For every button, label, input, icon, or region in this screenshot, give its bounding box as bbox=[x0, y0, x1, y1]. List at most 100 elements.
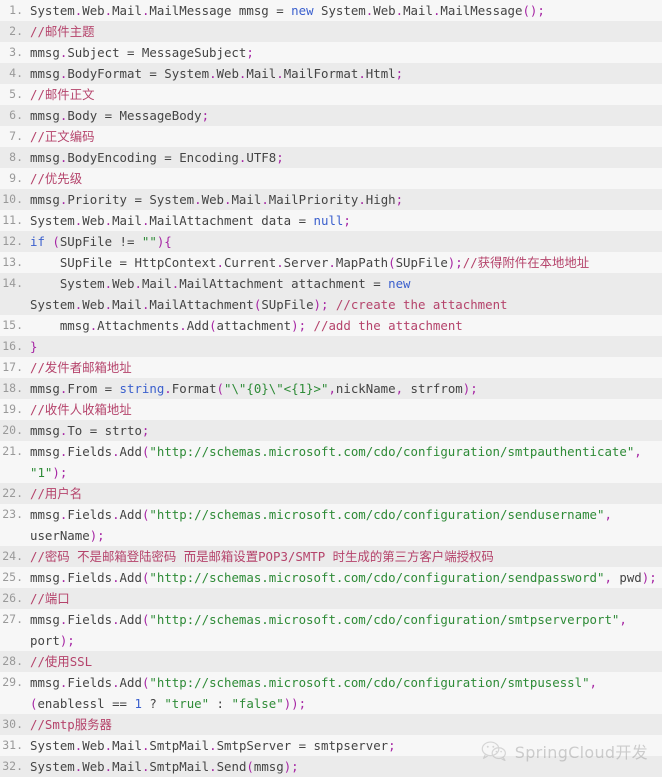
code-token: Server bbox=[283, 255, 329, 270]
line-content: mmsg.Fields.Add("http://schemas.microsof… bbox=[30, 441, 662, 483]
code-token: //端口 bbox=[30, 591, 70, 606]
code-token: mmsg bbox=[30, 507, 60, 522]
line-number: 24. bbox=[2, 549, 23, 563]
code-token: "" bbox=[141, 234, 157, 249]
code-token: From = bbox=[67, 381, 120, 396]
code-token: Priority = System bbox=[67, 192, 195, 207]
code-token: ( bbox=[388, 255, 396, 270]
code-token: ); bbox=[52, 465, 68, 480]
code-line: 11. System.Web.Mail.MailAttachment data =… bbox=[0, 210, 662, 231]
code-token: Fields bbox=[67, 444, 113, 459]
code-line: 27. mmsg.Fields.Add("http://schemas.micro… bbox=[0, 609, 662, 651]
code-token: //发件者邮箱地址 bbox=[30, 360, 132, 375]
code-token: mmsg bbox=[30, 675, 60, 690]
line-content: mmsg.Body = MessageBody; bbox=[30, 105, 662, 126]
line-content: System.Web.Mail.SmtpMail.Send(mmsg); bbox=[30, 756, 662, 777]
code-token: new bbox=[388, 276, 411, 291]
line-number: 23. bbox=[2, 507, 23, 521]
line-content: SUpFile = HttpContext.Current.Server.Map… bbox=[30, 252, 662, 273]
code-token: enablessl == bbox=[37, 696, 135, 711]
line-content: //邮件正文 bbox=[30, 84, 662, 105]
code-token: port bbox=[30, 633, 60, 648]
code-token: UTF8 bbox=[246, 150, 277, 165]
code-token: ; bbox=[388, 738, 396, 753]
code-token: Mail bbox=[246, 66, 277, 81]
line-number: 4. bbox=[9, 66, 23, 80]
code-token: //用户名 bbox=[30, 486, 83, 501]
code-token: System bbox=[30, 3, 75, 18]
code-token: Mail bbox=[112, 738, 142, 753]
code-token: , bbox=[604, 507, 620, 522]
code-token: ); bbox=[641, 570, 657, 585]
code-token: mmsg bbox=[30, 612, 60, 627]
code-line: 18. mmsg.From = string.Format("\"{0}\"<{1… bbox=[0, 378, 662, 399]
line-number: 8. bbox=[9, 150, 23, 164]
code-token: ; bbox=[343, 213, 351, 228]
code-token: . bbox=[328, 255, 336, 270]
code-token: //使用SSL bbox=[30, 654, 93, 669]
code-token: Fields bbox=[67, 570, 113, 585]
line-content: //优先级 bbox=[30, 168, 662, 189]
code-token: Subject = MessageSubject bbox=[67, 45, 247, 60]
line-content: //发件者邮箱地址 bbox=[30, 357, 662, 378]
code-token: "http://schemas.microsoft.com/cdo/config… bbox=[149, 675, 590, 690]
line-content: mmsg.BodyFormat = System.Web.Mail.MailFo… bbox=[30, 63, 662, 84]
code-token: . bbox=[112, 570, 120, 585]
code-line: 1. System.Web.Mail.MailMessage mmsg = new… bbox=[0, 0, 662, 21]
code-token: mmsg bbox=[30, 444, 60, 459]
code-token: Add bbox=[119, 507, 142, 522]
code-token: mmsg bbox=[30, 570, 60, 585]
code-token: MailFormat bbox=[283, 66, 359, 81]
code-token: ); bbox=[283, 759, 299, 774]
code-token: Web bbox=[82, 297, 105, 312]
code-token: . bbox=[112, 675, 120, 690]
code-line: 19. //收件人收箱地址 bbox=[0, 399, 662, 420]
code-token: , bbox=[634, 444, 650, 459]
code-token: , bbox=[604, 570, 620, 585]
line-number: 26. bbox=[2, 591, 23, 605]
code-token: Add bbox=[119, 444, 142, 459]
line-content: mmsg.From = string.Format("\"{0}\"<{1}>"… bbox=[30, 378, 662, 399]
line-number: 31. bbox=[2, 738, 23, 752]
code-token: ); bbox=[59, 633, 75, 648]
line-content: mmsg.Fields.Add("http://schemas.microsof… bbox=[30, 504, 662, 546]
code-token: Mail bbox=[112, 3, 142, 18]
code-line: 22. //用户名 bbox=[0, 483, 662, 504]
code-line: 15. mmsg.Attachments.Add(attachment); //… bbox=[0, 315, 662, 336]
code-token: mmsg bbox=[30, 108, 60, 123]
code-token: MapPath bbox=[335, 255, 389, 270]
code-token: //密码 不是邮箱登陆密码 而是邮箱设置POP3/SMTP 时生成的第三方客户端… bbox=[30, 549, 494, 564]
code-token: Fields bbox=[67, 675, 113, 690]
code-token: High bbox=[365, 192, 396, 207]
code-token: System bbox=[313, 3, 366, 18]
code-token: Body = MessageBody bbox=[67, 108, 202, 123]
line-number: 25. bbox=[2, 570, 23, 584]
line-content: mmsg.Fields.Add("http://schemas.microsof… bbox=[30, 609, 662, 651]
code-token: SmtpServer = smtpserver bbox=[216, 738, 389, 753]
code-token: strfrom bbox=[410, 381, 463, 396]
code-line-list: 1. System.Web.Mail.MailMessage mmsg = new… bbox=[0, 0, 666, 777]
code-line: 4. mmsg.BodyFormat = System.Web.Mail.Mail… bbox=[0, 63, 662, 84]
line-number: 3. bbox=[9, 45, 23, 59]
code-token: . bbox=[104, 759, 113, 774]
code-token: Send bbox=[216, 759, 247, 774]
line-content: if (SUpFile != ""){ bbox=[30, 231, 662, 252]
line-content: //用户名 bbox=[30, 483, 662, 504]
code-token: mmsg bbox=[30, 381, 60, 396]
code-token: //邮件主题 bbox=[30, 24, 95, 39]
code-token: Web bbox=[216, 66, 239, 81]
code-token: //获得附件在本地地址 bbox=[462, 255, 590, 270]
code-token: Html bbox=[365, 66, 396, 81]
line-content: //端口 bbox=[30, 588, 662, 609]
code-token: "false" bbox=[231, 696, 284, 711]
code-line: 24. //密码 不是邮箱登陆密码 而是邮箱设置POP3/SMTP 时生成的第三方… bbox=[0, 546, 662, 567]
code-token: , bbox=[395, 381, 411, 396]
code-token: . bbox=[395, 3, 404, 18]
code-token: null bbox=[313, 213, 344, 228]
line-content: //收件人收箱地址 bbox=[30, 399, 662, 420]
code-line: 14. System.Web.Mail.MailAttachment attac… bbox=[0, 273, 662, 315]
code-token: ); bbox=[447, 255, 463, 270]
code-token: . bbox=[112, 612, 120, 627]
code-token: Web bbox=[112, 276, 135, 291]
code-token: //create the attachment bbox=[335, 297, 508, 312]
